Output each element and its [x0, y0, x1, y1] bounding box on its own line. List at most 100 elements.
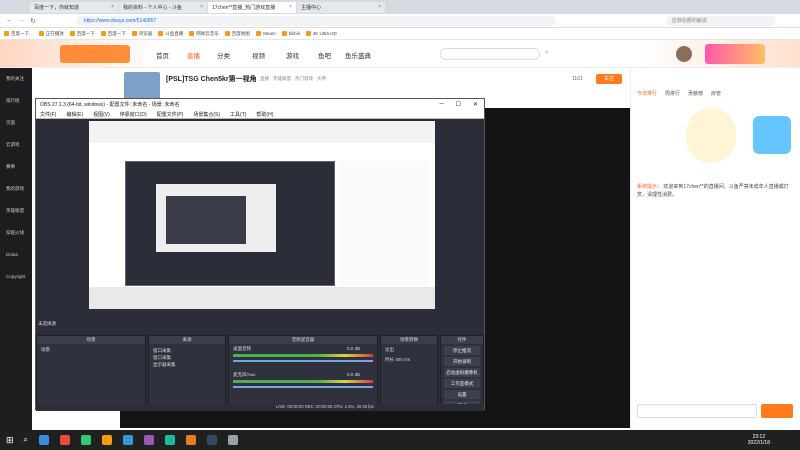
settings-button[interactable]: 设置 [444, 390, 480, 399]
stop-streaming-button[interactable]: 停止推流 [444, 346, 480, 355]
sidebar-item[interactable]: 排行榜 [6, 98, 20, 104]
follow-button[interactable]: 关注 [596, 74, 622, 84]
obs-menu-item[interactable]: 工具(T) [230, 111, 246, 118]
back-icon[interactable]: ← [6, 17, 13, 24]
bookmark-item[interactable]: 百度一下... [4, 31, 33, 37]
obs-menu-item[interactable]: 文件(F) [40, 111, 56, 118]
sidebar-item[interactable]: 赛事 [6, 164, 15, 170]
maximize-icon[interactable]: ☐ [456, 101, 461, 108]
close-icon[interactable]: × [200, 4, 203, 10]
close-icon[interactable]: × [289, 4, 292, 10]
room-title: [PSL]TSG Chen5kr第一视角 [166, 76, 257, 83]
tab-today[interactable]: 今日排行 [637, 90, 657, 97]
search-icon[interactable]: ⌕ [24, 435, 28, 445]
sidebar-item[interactable]: 我的关注 [6, 76, 24, 82]
browser-search-input[interactable]: 拉菲伯爵的解说 [665, 15, 776, 26]
virtual-camera-button[interactable]: 启动虚拟摄像机 [444, 368, 480, 377]
browser-tab[interactable]: 我的资料 - 个人中心 - 斗鱼 × [119, 1, 207, 13]
bookmark-item[interactable]: 百度地图 [225, 31, 250, 37]
source-item[interactable]: 显示器采集 [153, 361, 221, 368]
obs-preview[interactable] [89, 121, 435, 309]
avatar[interactable] [676, 46, 692, 62]
close-icon[interactable]: × [111, 4, 114, 10]
clock[interactable]: 23:12 2022/1/18 [748, 434, 770, 446]
nav-category[interactable]: 分类 [217, 50, 230, 60]
app-icon[interactable] [60, 435, 71, 445]
tab-contrib[interactable]: 贡献榜 [688, 90, 703, 97]
send-button[interactable] [761, 404, 793, 418]
source-item[interactable]: 窗口采集 [153, 354, 221, 361]
transition-select[interactable]: 淡出 [381, 344, 437, 356]
sidebar-item[interactable]: 云游戏 [6, 142, 20, 148]
sidebar-item[interactable]: 我的游戏 [6, 186, 24, 192]
festival-banner[interactable] [705, 44, 765, 64]
nav-home[interactable]: 首页 [156, 50, 169, 60]
bookmark-item[interactable]: 斗鱼直播 [158, 31, 183, 37]
nav-festival[interactable]: 鱼乐盛典 [345, 50, 371, 60]
bookmark-item[interactable]: bilibili [282, 31, 300, 36]
browser-tab[interactable]: 主播中心 × [297, 1, 385, 13]
bookmark-item[interactable]: Steam [256, 31, 276, 36]
browser-tab-active[interactable]: 17chen**直播_热门游戏直播 × [208, 1, 296, 13]
nav-live[interactable]: 直播 [187, 50, 200, 60]
chat-input[interactable] [637, 404, 757, 418]
obs-menu-item[interactable]: 编辑(E) [66, 111, 83, 118]
sidebar-item[interactable]: 英雄联盟 [6, 208, 24, 214]
close-icon[interactable]: × [378, 4, 381, 10]
obs-menu-item[interactable]: 场景集合(S) [193, 111, 220, 118]
search-icon[interactable]: ⌕ [545, 49, 549, 57]
forward-icon[interactable]: → [18, 17, 25, 24]
minimize-icon[interactable]: ─ [439, 101, 443, 108]
bookmark-item[interactable]: 正在播放 [39, 31, 64, 37]
obs-menu-item[interactable]: 帮助(H) [256, 111, 273, 118]
bookmark-item[interactable]: 百度一下 [70, 31, 95, 37]
festival-sticker[interactable] [753, 116, 791, 154]
app-icon[interactable] [102, 435, 113, 445]
follower-count: 1161 [572, 76, 583, 82]
obs-menu-item[interactable]: 视图(V) [93, 111, 110, 118]
app-icon[interactable] [207, 435, 218, 445]
nav-fishbar[interactable]: 鱼吧 [318, 50, 331, 60]
bookmark-item[interactable]: 网易云音乐 [189, 31, 219, 37]
scene-list[interactable]: 场景 [37, 344, 145, 356]
tab-week[interactable]: 周排行 [665, 90, 680, 97]
start-recording-button[interactable]: 开始录制 [444, 357, 480, 366]
douyu-search-input[interactable] [440, 48, 540, 60]
sidebar-item[interactable]: Copyright [6, 274, 25, 279]
source-item[interactable]: 窗口采集 [153, 347, 221, 354]
close-icon[interactable]: ✕ [473, 101, 478, 108]
nav-game[interactable]: 游戏 [286, 50, 299, 60]
obs-menu-item[interactable]: 停靠窗口(D) [120, 111, 147, 118]
studio-mode-button[interactable]: 工作室模式 [444, 379, 480, 388]
app-icon[interactable] [165, 435, 176, 445]
tag[interactable]: 英雄联盟 [273, 76, 291, 81]
tab-admin[interactable]: 房管 [711, 90, 721, 97]
app-icon[interactable] [144, 435, 155, 445]
sidebar-item[interactable]: 穿越火线 [6, 230, 24, 236]
obs-menu-item[interactable]: 配置文件(P) [157, 111, 184, 118]
tab-label: 百度一下，你就知道 [34, 4, 80, 11]
douyu-logo[interactable] [60, 45, 130, 63]
taskview-icon[interactable] [39, 435, 50, 445]
nav-video[interactable]: 视频 [252, 50, 265, 60]
refresh-icon[interactable]: ↻ [30, 17, 36, 25]
duration-value[interactable]: 300 ms [395, 357, 410, 362]
transition-duration[interactable]: 时长 300 ms [381, 356, 437, 364]
browser-tab[interactable]: 百度一下，你就知道 × [30, 1, 118, 13]
obs-icon[interactable] [228, 435, 239, 445]
windows-start-icon[interactable]: ⊞ [6, 435, 14, 446]
volume-slider[interactable] [233, 360, 373, 362]
url-input[interactable]: https://www.douyu.com/5140957 [75, 15, 556, 26]
sidebar-item[interactable]: 页面 [6, 120, 15, 126]
volume-slider[interactable] [233, 386, 373, 388]
bookmark-item[interactable]: 浏览器 [132, 31, 153, 37]
tag[interactable]: 热门游戏 [295, 76, 313, 81]
bookmark-item[interactable]: 4K Ultra HD [306, 31, 337, 36]
app-icon[interactable] [186, 435, 197, 445]
tag[interactable]: 大神 [317, 76, 326, 81]
bookmark-item[interactable]: 百度一下 [101, 31, 126, 37]
app-icon[interactable] [81, 435, 92, 445]
sidebar-item[interactable]: Dota2 [6, 252, 18, 257]
browser-icon[interactable] [123, 435, 134, 445]
tag[interactable]: 直播 [260, 76, 269, 81]
